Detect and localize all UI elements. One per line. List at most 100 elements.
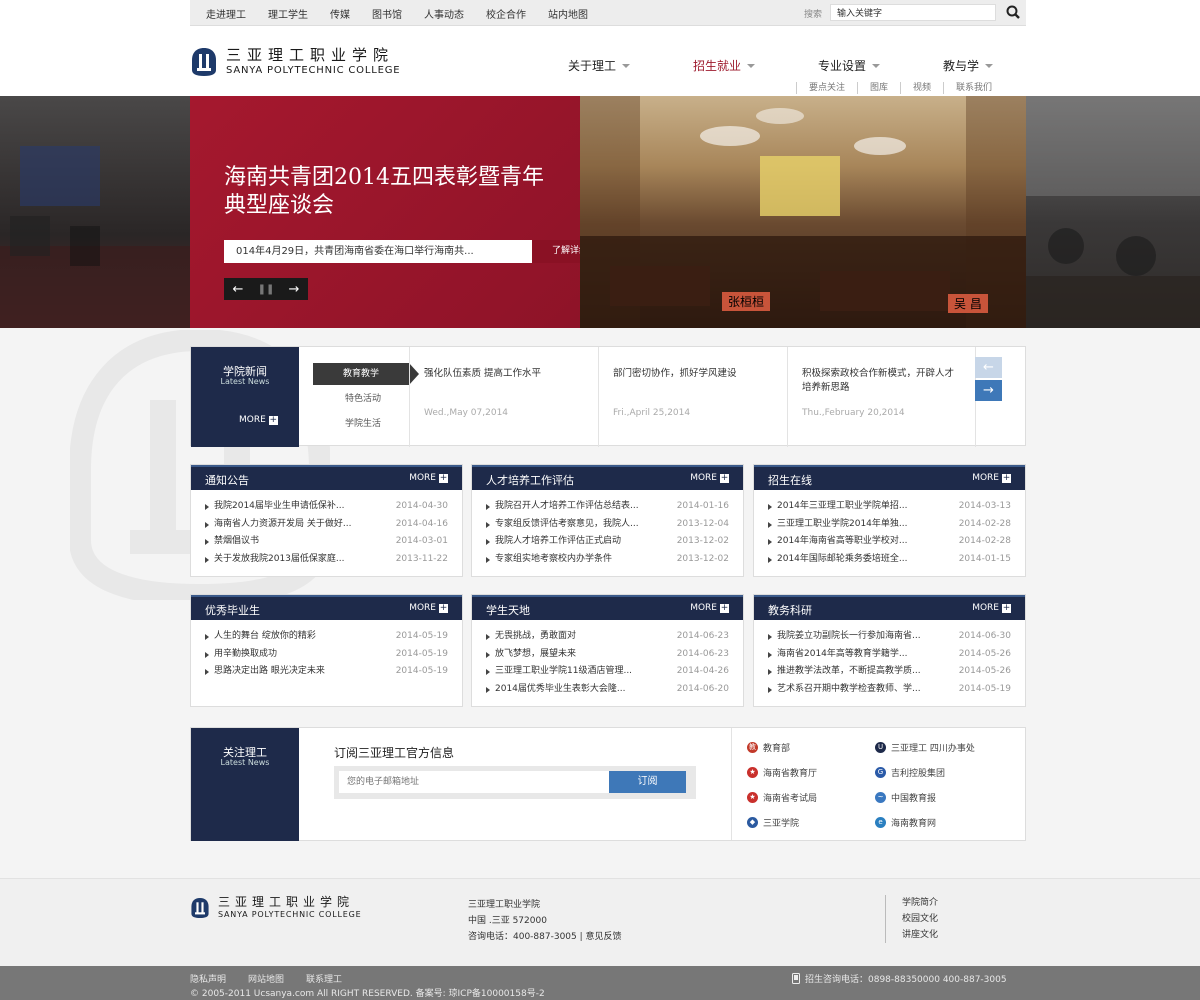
- search-input[interactable]: [830, 4, 996, 21]
- list-item-title: 我院2014届毕业生申请低保补...: [205, 498, 381, 516]
- news-item[interactable]: 强化队伍素质 提高工作水平 Wed.,May 07,2014: [409, 347, 598, 447]
- banner-prev-button[interactable]: ←: [224, 278, 252, 300]
- footer-address-line: 三亚理工职业学院: [468, 900, 541, 910]
- subnav-gallery[interactable]: 图库: [857, 82, 900, 94]
- banner-summary[interactable]: 014年4月29日，共青团海南省委在海口举行海南共...: [224, 240, 532, 263]
- news-tab-teaching[interactable]: 教育教学: [313, 363, 419, 385]
- bottom-links: 隐私声明 网站地图 联系理工: [190, 972, 342, 985]
- news-item-date: Wed.,May 07,2014: [424, 408, 509, 418]
- more-label: MORE: [972, 603, 999, 613]
- friend-link[interactable]: ★ 海南省考试局: [747, 790, 875, 804]
- list-item-title: 我院姜立功副院长一行参加海南省...: [768, 628, 944, 646]
- list-item[interactable]: 推进教学法改革，不断提高教学质... 2014-05-26: [768, 663, 1011, 681]
- more-label: MORE: [972, 473, 999, 483]
- top-link-library[interactable]: 图书馆: [372, 6, 402, 21]
- top-link-personnel[interactable]: 人事动态: [424, 6, 464, 21]
- footer-logo[interactable]: 三亚理工职业学院 SANYA POLYTECHNIC COLLEGE: [190, 895, 362, 921]
- news-item[interactable]: 积极探索政校合作新模式，开辟人才培养新思路 Thu.,February 20,2…: [787, 347, 976, 447]
- banner-title[interactable]: 海南共青团2014五四表彰暨青年典型座谈会: [224, 164, 554, 220]
- friend-link[interactable]: U 三亚理工 四川办事处: [875, 740, 1017, 754]
- friend-links: 教 教育部 U 三亚理工 四川办事处 ★ 海南省教育厅 G 吉利控股集团 ★ 海南省考试…: [747, 740, 1017, 829]
- news-items: 强化队伍素质 提高工作水平 Wed.,May 07,2014 部门密切协作，抓好…: [409, 347, 976, 447]
- email-field[interactable]: [339, 771, 611, 793]
- subnav-contact[interactable]: 联系我们: [943, 82, 992, 94]
- news-item[interactable]: 部门密切协作，抓好学风建设 Fri.,April 25,2014: [598, 347, 787, 447]
- panel-more-link[interactable]: MORE +: [409, 603, 448, 613]
- top-link-students[interactable]: 理工学生: [268, 6, 308, 21]
- top-link-cooperation[interactable]: 校企合作: [486, 6, 526, 21]
- list-item[interactable]: 我院人才培养工作评估正式启动 2013-12-02: [486, 533, 729, 551]
- list-item[interactable]: 2014年国际邮轮乘务委培班全... 2014-01-15: [768, 551, 1011, 569]
- footer-link-culture[interactable]: 校园文化: [902, 911, 938, 927]
- list-item[interactable]: 海南省人力资源开发局 关于做好... 2014-04-16: [205, 516, 448, 534]
- panel-more-link[interactable]: MORE +: [690, 603, 729, 613]
- footer-address-line[interactable]: 咨询电话：400-887-3005 | 意见反馈: [468, 929, 622, 945]
- nav-about[interactable]: 关于理工: [568, 57, 693, 74]
- list-item[interactable]: 用辛勤换取成功 2014-05-19: [205, 646, 448, 664]
- list-item[interactable]: 禁烟倡议书 2014-03-01: [205, 533, 448, 551]
- banner-photo[interactable]: 张桓桓 吴 昌: [580, 96, 1026, 328]
- nav-teaching[interactable]: 教与学: [943, 57, 1068, 74]
- bottom-link-contact[interactable]: 联系理工: [306, 972, 342, 985]
- list-item[interactable]: 海南省2014年高等教育学籍学... 2014-05-26: [768, 646, 1011, 664]
- top-link-about[interactable]: 走进理工: [206, 6, 246, 21]
- news-more-link[interactable]: MORE +: [239, 415, 278, 425]
- list-item[interactable]: 专家组反馈评估考察意见，我院人... 2013-12-04: [486, 516, 729, 534]
- bottom-link-privacy[interactable]: 隐私声明: [190, 972, 226, 985]
- subscribe-button[interactable]: 订阅: [609, 771, 686, 793]
- footer-address: 三亚理工职业学院 中国 .三亚 572000 咨询电话：400-887-3005…: [468, 897, 622, 945]
- banner-next-button[interactable]: →: [280, 278, 308, 300]
- chevron-down-icon: [985, 63, 994, 68]
- nav-majors[interactable]: 专业设置: [818, 57, 943, 74]
- list-item[interactable]: 专家组实地考察校内办学条件 2013-12-02: [486, 551, 729, 569]
- nav-label: 专业设置: [818, 59, 867, 73]
- banner-side-photo-left: [0, 96, 190, 328]
- subnav-focus[interactable]: 要点关注: [796, 82, 857, 94]
- more-label: MORE: [239, 415, 266, 425]
- friend-link[interactable]: ~ 中国教育报: [875, 790, 1017, 804]
- list-item[interactable]: 我院召开人才培养工作评估总结表... 2014-01-16: [486, 498, 729, 516]
- list-item[interactable]: 无畏挑战，勇敢面对 2014-06-23: [486, 628, 729, 646]
- friend-link-label: 教育部: [763, 743, 791, 754]
- site-logo[interactable]: 三亚理工职业学院 SANYA POLYTECHNIC COLLEGE: [190, 46, 400, 78]
- panel-more-link[interactable]: MORE +: [972, 473, 1011, 483]
- list-item[interactable]: 思路决定出路 眼光决定未来 2014-05-19: [205, 663, 448, 681]
- list-item-date: 2014-05-19: [395, 648, 448, 659]
- list-item-title: 海南省人力资源开发局 关于做好...: [205, 516, 381, 534]
- list-item[interactable]: 艺术系召开期中教学检查教师、学... 2014-05-19: [768, 681, 1011, 699]
- news-tab-life[interactable]: 学院生活: [313, 413, 413, 435]
- friend-link[interactable]: ◆ 三亚学院: [747, 815, 875, 829]
- footer-link-intro[interactable]: 学院简介: [902, 895, 938, 911]
- friend-link[interactable]: 教 教育部: [747, 740, 875, 754]
- panel-more-link[interactable]: MORE +: [690, 473, 729, 483]
- news-tab-activities[interactable]: 特色活动: [313, 388, 413, 410]
- panel-more-link[interactable]: MORE +: [972, 603, 1011, 613]
- list-item[interactable]: 人生的舞台 绽放你的精彩 2014-05-19: [205, 628, 448, 646]
- nav-admissions[interactable]: 招生就业: [693, 57, 818, 74]
- top-link-sitemap[interactable]: 站内地图: [548, 6, 588, 21]
- top-link-media[interactable]: 传媒: [330, 6, 350, 21]
- list-item[interactable]: 我院姜立功副院长一行参加海南省... 2014-06-30: [768, 628, 1011, 646]
- geely-logo-icon: G: [875, 766, 886, 778]
- list-item[interactable]: 2014年海南省高等职业学校对... 2014-02-28: [768, 533, 1011, 551]
- friend-link[interactable]: ★ 海南省教育厅: [747, 765, 875, 779]
- banner-pause-button[interactable]: ❚❚: [252, 278, 280, 300]
- news-prev-button[interactable]: ←: [975, 357, 1002, 378]
- friend-link[interactable]: e 海南教育网: [875, 815, 1017, 829]
- panel-more-link[interactable]: MORE +: [409, 473, 448, 483]
- list-item[interactable]: 2014届优秀毕业生表彰大会隆... 2014-06-20: [486, 681, 729, 699]
- list-item[interactable]: 我院2014届毕业生申请低保补... 2014-04-30: [205, 498, 448, 516]
- list-item[interactable]: 2014年三亚理工职业学院单招... 2014-03-13: [768, 498, 1011, 516]
- list-item[interactable]: 关于发放我院2013届低保家庭... 2013-11-22: [205, 551, 448, 569]
- list-item[interactable]: 三亚理工职业学院2014年单独... 2014-02-28: [768, 516, 1011, 534]
- bottom-link-sitemap[interactable]: 网站地图: [248, 972, 284, 985]
- footer-link-lectures[interactable]: 讲座文化: [902, 927, 938, 943]
- list-item[interactable]: 放飞梦想，展望未来 2014-06-23: [486, 646, 729, 664]
- subnav-video[interactable]: 视频: [900, 82, 943, 94]
- search-button[interactable]: [1002, 4, 1024, 21]
- banner-caption-panel: 海南共青团2014五四表彰暨青年典型座谈会 014年4月29日，共青团海南省委在…: [190, 96, 628, 328]
- friend-link[interactable]: G 吉利控股集团: [875, 765, 1017, 779]
- list-item[interactable]: 三亚理工职业学院11级酒店管理... 2014-04-26: [486, 663, 729, 681]
- news-next-button[interactable]: →: [975, 380, 1002, 401]
- panel-header: 优秀毕业生 MORE +: [191, 595, 462, 620]
